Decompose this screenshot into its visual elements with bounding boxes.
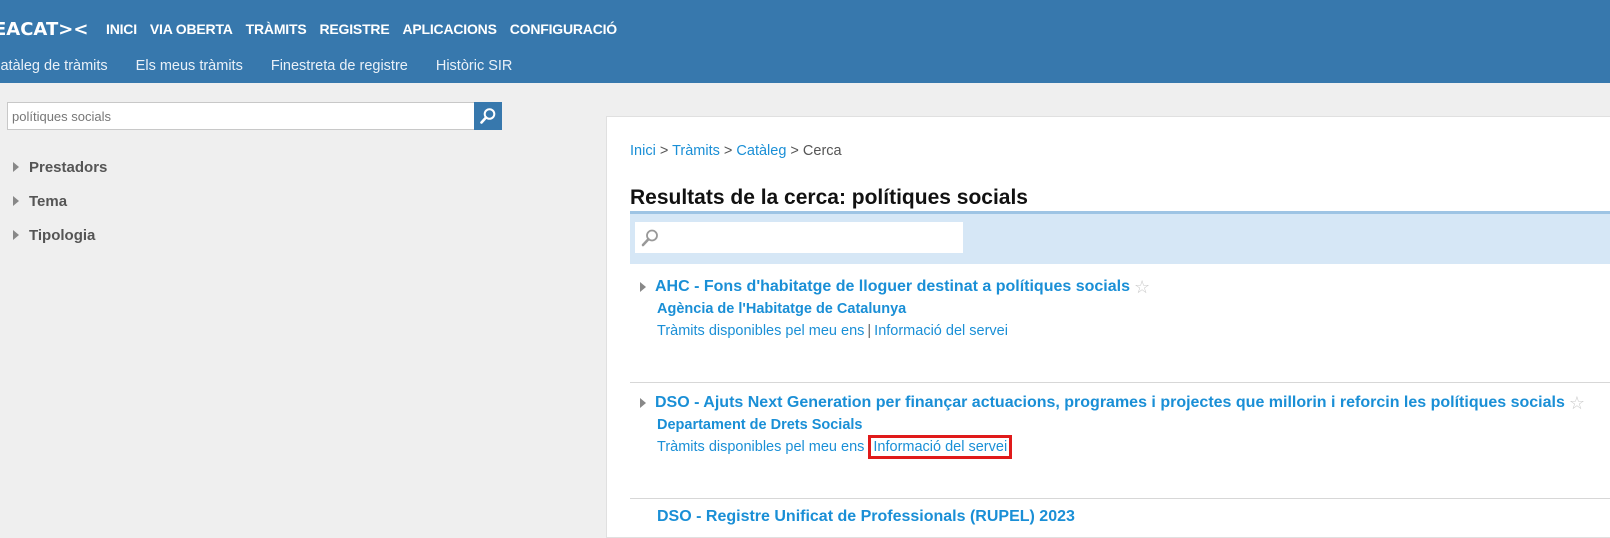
catalog-search-button[interactable]: [474, 102, 502, 130]
results-filter-bar: [630, 211, 1610, 264]
breadcrumb-current: Cerca: [802, 143, 842, 159]
breadcrumb-separator: >: [723, 143, 733, 159]
subnav-finestreta-registre[interactable]: Finestreta de registre: [271, 58, 408, 74]
subnav-cataleg-tramits[interactable]: Catàleg de tràmits: [0, 58, 108, 74]
result-title-row: DSO - Ajuts Next Generation per finançar…: [640, 394, 1585, 412]
link-separator: |: [867, 323, 872, 339]
facet-prestadors[interactable]: Prestadors: [13, 150, 107, 184]
facet-label: Tema: [29, 192, 68, 210]
triangle-right-icon[interactable]: [640, 398, 646, 408]
triangle-right-icon: [13, 230, 19, 240]
result-title-row: AHC - Fons d'habitatge de lloguer destin…: [640, 278, 1150, 296]
informacio-servei-link[interactable]: Informació del servei: [874, 323, 1008, 339]
breadcrumb-tramits[interactable]: Tràmits: [672, 143, 720, 159]
sub-navigation: Catàleg de tràmits Els meus tràmits Fine…: [0, 58, 540, 74]
result-title-link[interactable]: DSO - Ajuts Next Generation per finançar…: [655, 394, 1565, 412]
results-panel: Inici > Tràmits > Catàleg > Cerca Result…: [606, 116, 1610, 538]
result-divider: [630, 382, 1610, 383]
facet-label: Tipologia: [29, 226, 96, 244]
informacio-servei-link-highlighted[interactable]: Informació del servei: [868, 435, 1013, 459]
breadcrumb-cataleg[interactable]: Catàleg: [736, 143, 786, 159]
subnav-meus-tramits[interactable]: Els meus tràmits: [136, 58, 243, 74]
breadcrumb-inici[interactable]: Inici: [630, 143, 656, 159]
tramits-disponibles-link[interactable]: Tràmits disponibles pel meu ens: [657, 439, 864, 455]
nav-via-oberta[interactable]: VIA OBERTA: [150, 21, 233, 37]
triangle-right-icon[interactable]: [640, 282, 646, 292]
result-divider: [630, 498, 1610, 499]
catalog-search-input[interactable]: [7, 102, 474, 130]
facet-tipologia[interactable]: Tipologia: [13, 218, 107, 252]
breadcrumb-separator: >: [790, 143, 799, 159]
star-icon[interactable]: ☆: [1134, 278, 1150, 296]
result-links: Tràmits disponibles pel meu ens Informaci…: [657, 435, 1013, 459]
page-title: Resultats de la cerca: polítiques social…: [630, 186, 1028, 209]
subnav-historic-sir[interactable]: Històric SIR: [436, 58, 513, 74]
search-icon: [480, 108, 496, 124]
main-navigation: INICI VIA OBERTA TRÀMITS REGISTRE APLICA…: [106, 21, 630, 37]
magnifier-icon: [641, 229, 658, 247]
results-filter-input[interactable]: [635, 222, 963, 253]
catalog-search: [7, 102, 502, 130]
star-icon[interactable]: ☆: [1569, 394, 1585, 412]
result-title-link[interactable]: AHC - Fons d'habitatge de lloguer destin…: [655, 278, 1130, 296]
facet-tema[interactable]: Tema: [13, 184, 107, 218]
tramits-disponibles-link[interactable]: Tràmits disponibles pel meu ens: [657, 323, 864, 339]
result-links: Tràmits disponibles pel meu ens | Informac…: [657, 323, 1008, 339]
breadcrumb-separator: >: [659, 143, 669, 159]
nav-tramits[interactable]: TRÀMITS: [246, 21, 307, 37]
nav-inici[interactable]: INICI: [106, 21, 137, 37]
triangle-right-icon: [13, 196, 19, 206]
eacat-logo[interactable]: EACAT><: [0, 19, 88, 40]
nav-configuracio[interactable]: CONFIGURACIÓ: [510, 21, 617, 37]
nav-aplicacions[interactable]: APLICACIONS: [402, 21, 496, 37]
nav-registre[interactable]: REGISTRE: [320, 21, 390, 37]
facet-label: Prestadors: [29, 158, 108, 176]
breadcrumb: Inici > Tràmits > Catàleg > Cerca: [630, 143, 842, 159]
result-organization[interactable]: Agència de l'Habitatge de Catalunya: [657, 301, 906, 317]
result-organization[interactable]: Departament de Drets Socials: [657, 417, 863, 433]
partial-result-title[interactable]: DSO - Registre Unificat de Professionals…: [657, 508, 1075, 526]
facet-list: Prestadors Tema Tipologia: [13, 150, 107, 252]
triangle-right-icon: [13, 162, 19, 172]
top-header: EACAT>< INICI VIA OBERTA TRÀMITS REGISTR…: [0, 0, 1610, 83]
